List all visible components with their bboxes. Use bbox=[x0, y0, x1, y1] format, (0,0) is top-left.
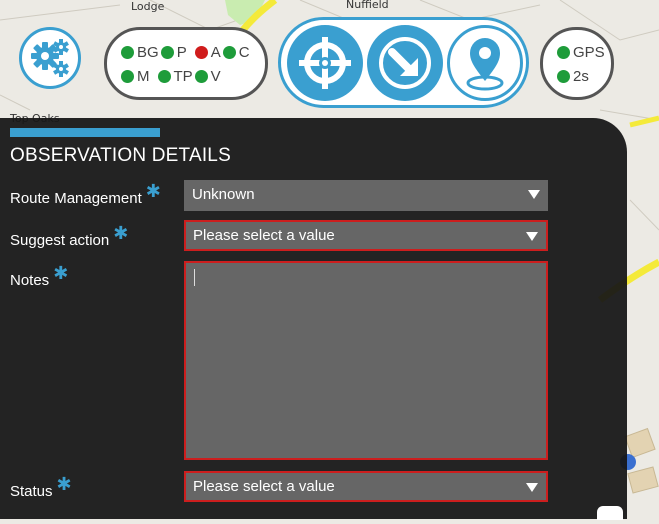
status-dot-icon bbox=[194, 70, 208, 83]
action-toolbar bbox=[278, 17, 529, 108]
navigate-button[interactable] bbox=[367, 25, 443, 101]
status-bg: BG bbox=[121, 44, 159, 61]
text-cursor bbox=[194, 269, 195, 286]
locate-button[interactable] bbox=[287, 25, 363, 101]
status-dot-icon bbox=[121, 70, 134, 83]
required-asterisk-icon: ✱ bbox=[145, 181, 161, 201]
status-a: A bbox=[194, 44, 221, 61]
map-pin-icon bbox=[466, 38, 504, 91]
dropdown-arrow-icon bbox=[526, 232, 538, 241]
route-management-label: Route Management ✱ bbox=[10, 181, 161, 207]
notes-textarea[interactable] bbox=[184, 261, 548, 460]
panel-accent-bar bbox=[10, 128, 160, 137]
status-dot-icon bbox=[194, 46, 208, 59]
status-label: Status ✱ bbox=[10, 474, 72, 500]
gps-label: GPS bbox=[573, 44, 605, 61]
status-indicators: BG P A C M TP V bbox=[104, 27, 268, 100]
crosshair-icon bbox=[299, 37, 351, 89]
status-dot-icon bbox=[222, 46, 236, 59]
map-label: Lodge bbox=[131, 0, 165, 13]
place-pin-button[interactable] bbox=[447, 25, 523, 101]
settings-button[interactable] bbox=[19, 27, 81, 89]
map-label: Nuffield bbox=[346, 0, 389, 11]
suggest-action-label: Suggest action ✱ bbox=[10, 223, 129, 249]
gps-interval: 2s bbox=[573, 68, 589, 85]
gps-dot-icon bbox=[557, 46, 570, 59]
suggest-action-select[interactable]: Please select a value bbox=[184, 220, 548, 251]
status-dot-icon bbox=[157, 70, 171, 83]
panel-title: OBSERVATION DETAILS bbox=[10, 145, 231, 166]
required-asterisk-icon: ✱ bbox=[56, 474, 72, 494]
arrow-down-right-icon bbox=[379, 37, 431, 89]
status-m: M bbox=[121, 68, 150, 85]
dropdown-arrow-icon bbox=[528, 190, 540, 199]
status-tp: TP bbox=[157, 68, 193, 85]
gps-interval-dot-icon bbox=[557, 70, 570, 83]
required-asterisk-icon: ✱ bbox=[113, 223, 129, 243]
status-select[interactable]: Please select a value bbox=[184, 471, 548, 502]
status-dot-icon bbox=[160, 46, 174, 59]
dropdown-arrow-icon bbox=[526, 483, 538, 492]
status-p: P bbox=[160, 44, 187, 61]
status-dot-icon bbox=[121, 46, 134, 59]
camera-icon[interactable] bbox=[597, 506, 623, 520]
gears-icon bbox=[31, 39, 69, 77]
observation-details-panel: OBSERVATION DETAILS Route Management ✱ Un… bbox=[0, 118, 627, 519]
gps-status: GPS 2s bbox=[540, 27, 614, 100]
route-management-select[interactable]: Unknown bbox=[184, 180, 548, 211]
notes-label: Notes ✱ bbox=[10, 263, 69, 289]
status-v: V bbox=[194, 68, 221, 85]
status-c: C bbox=[222, 44, 250, 61]
required-asterisk-icon: ✱ bbox=[53, 263, 69, 283]
